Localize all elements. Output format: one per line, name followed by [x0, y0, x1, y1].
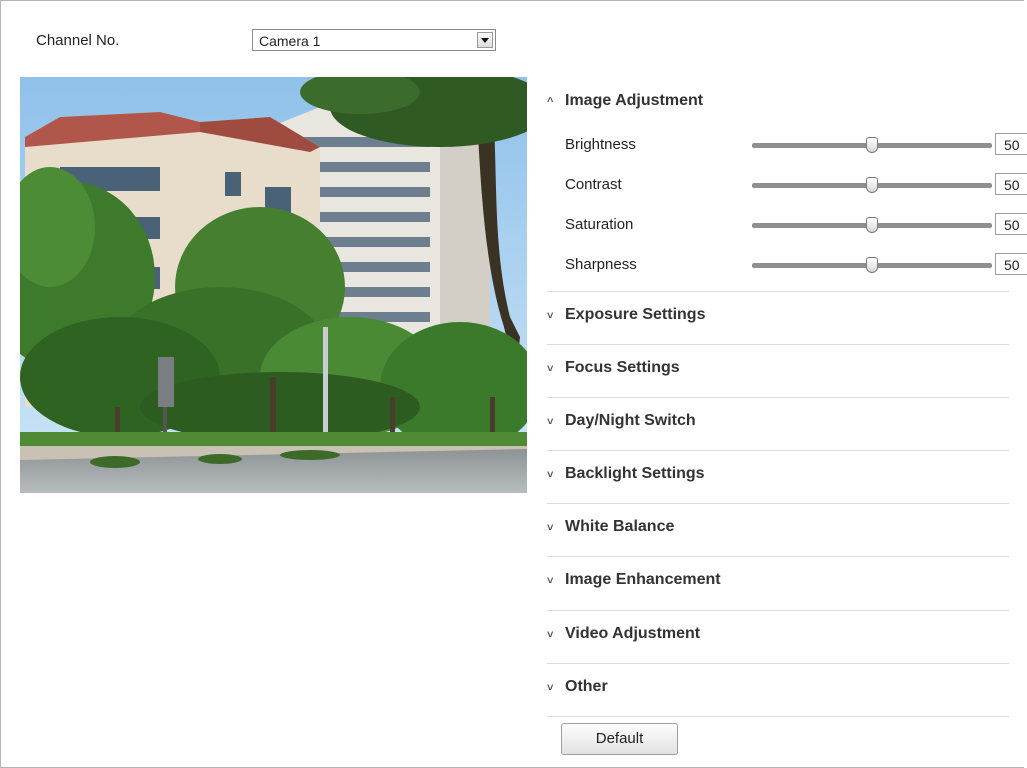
section-white-balance[interactable]: ˅ White Balance — [547, 518, 1009, 538]
brightness-label: Brightness — [565, 136, 636, 153]
default-button[interactable]: Default — [561, 723, 678, 755]
section-image-adjustment[interactable]: ^ Image Adjustment — [547, 92, 1009, 112]
brightness-slider-thumb[interactable] — [866, 137, 878, 153]
divider — [547, 397, 1009, 398]
sharpness-slider-thumb[interactable] — [866, 257, 878, 273]
chevron-down-icon: ˅ — [547, 310, 554, 322]
divider — [547, 663, 1009, 664]
saturation-slider[interactable] — [752, 217, 992, 233]
chevron-down-icon: ˅ — [547, 682, 554, 694]
divider — [547, 610, 1009, 611]
section-title: Image Adjustment — [565, 92, 704, 109]
section-title: Day/Night Switch — [565, 412, 696, 429]
saturation-row: Saturation 50 — [565, 213, 1027, 237]
divider — [547, 344, 1009, 345]
chevron-up-icon: ^ — [547, 96, 554, 108]
brightness-row: Brightness 50 — [565, 133, 1027, 157]
brightness-slider[interactable] — [752, 137, 992, 153]
contrast-slider-thumb[interactable] — [866, 177, 878, 193]
section-other[interactable]: ˅ Other — [547, 678, 1009, 698]
chevron-down-icon: ˅ — [547, 522, 554, 534]
contrast-value[interactable]: 50 — [995, 173, 1027, 195]
sharpness-row: Sharpness 50 — [565, 253, 1027, 277]
saturation-slider-thumb[interactable] — [866, 217, 878, 233]
contrast-row: Contrast 50 — [565, 173, 1027, 197]
saturation-value[interactable]: 50 — [995, 213, 1027, 235]
section-title: White Balance — [565, 518, 675, 535]
chevron-down-icon: ˅ — [547, 629, 554, 641]
section-title: Backlight Settings — [565, 465, 705, 482]
chevron-down-icon[interactable] — [477, 32, 493, 48]
channel-select-value: Camera 1 — [259, 33, 321, 49]
camera-preview — [20, 77, 527, 493]
section-title: Image Enhancement — [565, 571, 721, 588]
chevron-down-icon: ˅ — [547, 469, 554, 481]
channel-label: Channel No. — [36, 32, 120, 49]
section-title: Other — [565, 678, 608, 695]
section-title: Video Adjustment — [565, 625, 701, 642]
divider — [547, 556, 1009, 557]
section-backlight-settings[interactable]: ˅ Backlight Settings — [547, 465, 1009, 485]
camera-preview-image — [20, 77, 527, 493]
section-title: Focus Settings — [565, 359, 680, 376]
section-focus-settings[interactable]: ˅ Focus Settings — [547, 359, 1009, 379]
section-image-enhancement[interactable]: ˅ Image Enhancement — [547, 571, 1009, 591]
section-video-adjustment[interactable]: ˅ Video Adjustment — [547, 625, 1009, 645]
divider — [547, 503, 1009, 504]
sharpness-label: Sharpness — [565, 256, 637, 273]
divider — [547, 450, 1009, 451]
section-day-night-switch[interactable]: ˅ Day/Night Switch — [547, 412, 1009, 432]
section-title: Exposure Settings — [565, 306, 706, 323]
channel-select[interactable]: Camera 1 — [252, 29, 496, 51]
chevron-down-icon: ˅ — [547, 363, 554, 375]
saturation-label: Saturation — [565, 216, 634, 233]
sharpness-slider[interactable] — [752, 257, 992, 273]
contrast-slider[interactable] — [752, 177, 992, 193]
contrast-label: Contrast — [565, 176, 622, 193]
divider — [547, 291, 1009, 292]
chevron-down-icon: ˅ — [547, 416, 554, 428]
sharpness-value[interactable]: 50 — [995, 253, 1027, 275]
section-exposure-settings[interactable]: ˅ Exposure Settings — [547, 306, 1009, 326]
divider — [547, 716, 1009, 717]
chevron-down-icon: ˅ — [547, 575, 554, 587]
brightness-value[interactable]: 50 — [995, 133, 1027, 155]
